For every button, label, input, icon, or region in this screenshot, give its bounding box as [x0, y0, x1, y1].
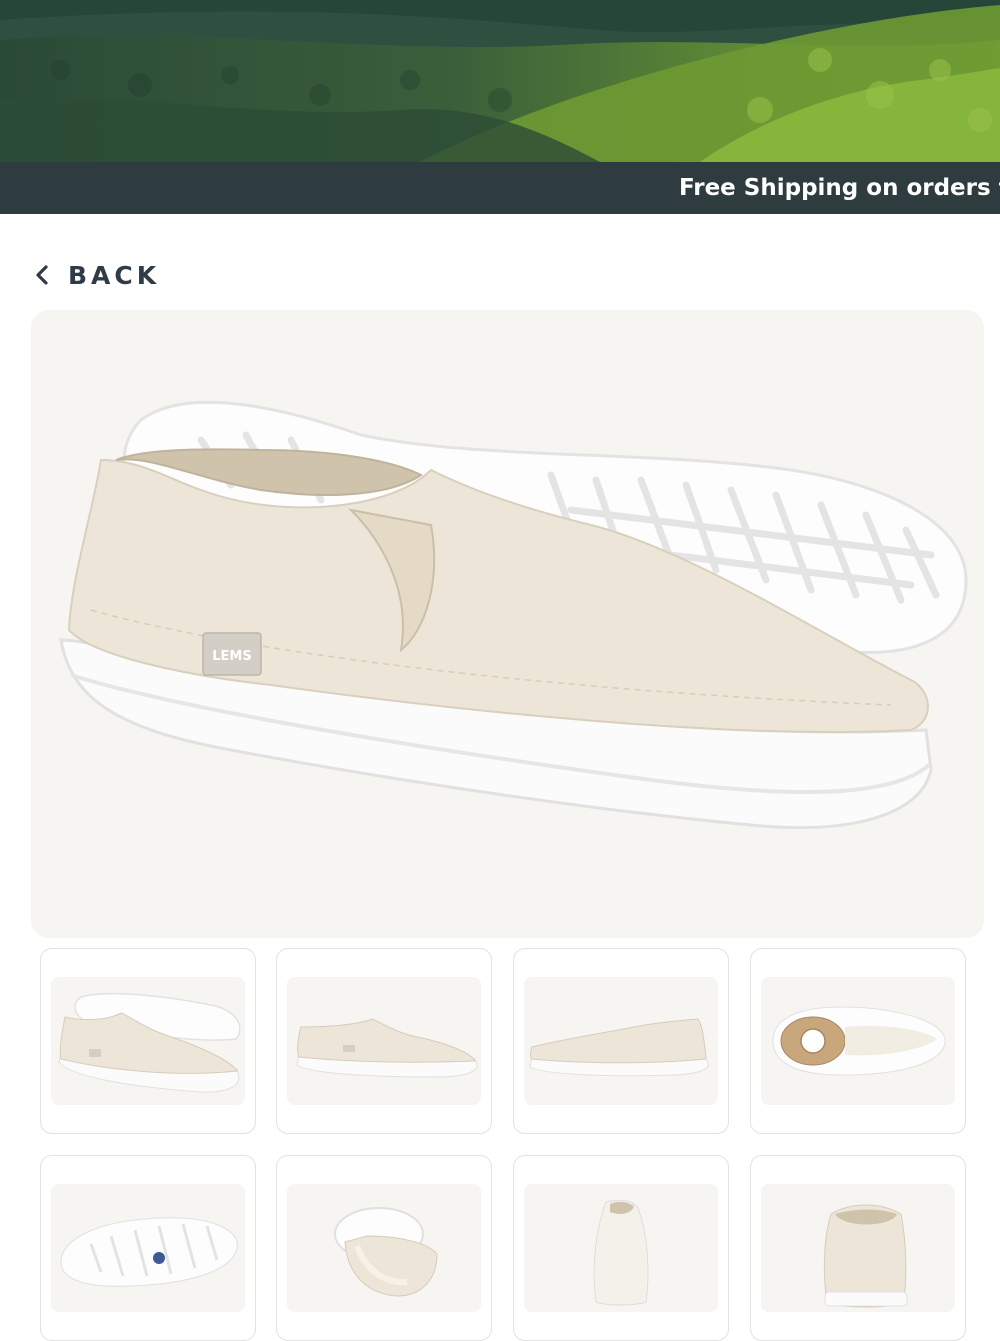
chevron-left-icon	[36, 265, 48, 285]
back-link[interactable]: BACK	[32, 256, 160, 294]
thumbnail-8[interactable]	[750, 1155, 966, 1341]
announcement-text: Free Shipping on orders t	[679, 175, 1000, 201]
thumbnail-1[interactable]	[40, 948, 256, 1134]
main-product-image[interactable]: LEMS	[31, 310, 984, 938]
thumbnail-6[interactable]	[276, 1155, 492, 1341]
thumbnail-7[interactable]	[513, 1155, 729, 1341]
thumbnail-3[interactable]	[513, 948, 729, 1134]
hero-banner-image	[0, 0, 1000, 162]
thumbnail-4[interactable]	[750, 948, 966, 1134]
announcement-bar: Free Shipping on orders t	[0, 162, 1000, 214]
shoe-logo-text: LEMS	[212, 649, 251, 664]
thumbnail-5[interactable]	[40, 1155, 256, 1341]
back-label: BACK	[68, 260, 161, 290]
thumbnail-2[interactable]	[276, 948, 492, 1134]
